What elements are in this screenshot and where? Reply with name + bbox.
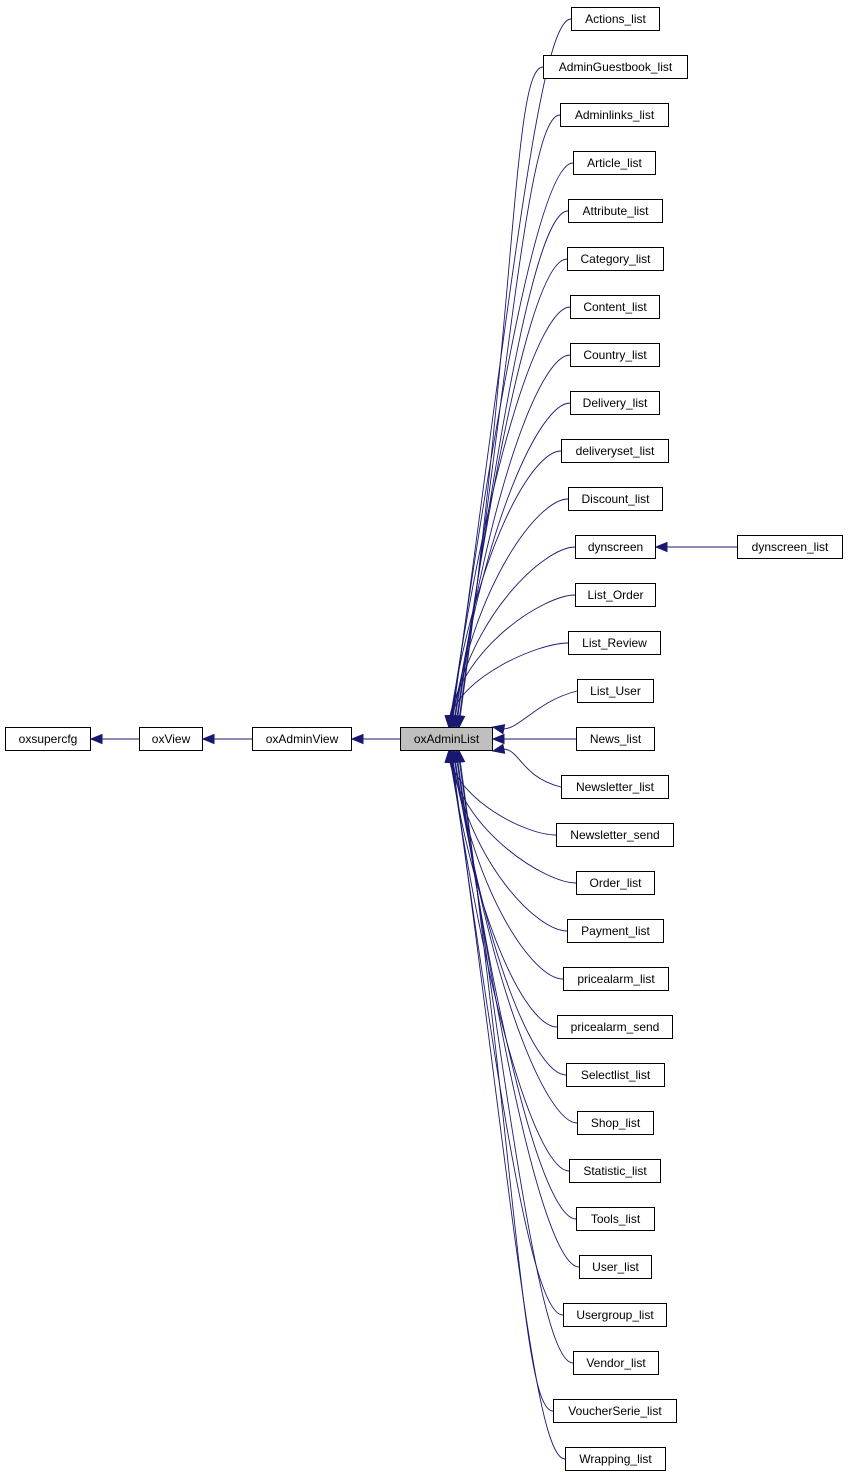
- inheritance-edge: [454, 354, 571, 718]
- class-node-content-list[interactable]: Content_list: [570, 295, 660, 319]
- class-node-wrapping-list[interactable]: Wrapping_list: [565, 1447, 666, 1471]
- class-node-shop-list[interactable]: Shop_list: [577, 1111, 654, 1135]
- class-node-dynscreen[interactable]: dynscreen: [575, 535, 656, 559]
- inheritance-edge: [454, 760, 567, 1076]
- class-node-list-user[interactable]: List_User: [577, 679, 654, 703]
- inheritance-edge: [452, 18, 572, 718]
- class-node-category-list[interactable]: Category_list: [567, 247, 664, 271]
- inheritance-edge: [458, 760, 574, 1364]
- class-node-pricealarm-send[interactable]: pricealarm_send: [557, 1015, 673, 1039]
- class-node-oxview[interactable]: oxView: [139, 727, 203, 751]
- class-node-dynscreen-list[interactable]: dynscreen_list: [737, 535, 843, 559]
- class-node-actions-list[interactable]: Actions_list: [571, 7, 660, 31]
- arrowhead-icon: [491, 724, 506, 735]
- class-node-statistic-list[interactable]: Statistic_list: [569, 1159, 661, 1183]
- inheritance-edge: [449, 450, 562, 718]
- class-node-tools-list[interactable]: Tools_list: [576, 1207, 655, 1231]
- class-node-oxadminlist[interactable]: oxAdminList: [400, 727, 493, 751]
- class-node-news-list[interactable]: News_list: [576, 727, 655, 751]
- class-node-attribute-list[interactable]: Attribute_list: [568, 199, 663, 223]
- class-node-deliveryset-list[interactable]: deliveryset_list: [561, 439, 669, 463]
- class-node-pricealarm-list[interactable]: pricealarm_list: [563, 967, 669, 991]
- class-node-oxsupercfg[interactable]: oxsupercfg: [5, 727, 91, 751]
- inheritance-edge: [502, 748, 562, 788]
- class-node-vendor-list[interactable]: Vendor_list: [573, 1351, 659, 1375]
- inheritance-edge: [451, 760, 564, 1316]
- arrowhead-icon: [491, 733, 505, 745]
- arrowhead-icon: [491, 743, 506, 754]
- class-node-voucherserie-list[interactable]: VoucherSerie_list: [553, 1399, 677, 1423]
- arrowhead-icon: [89, 733, 103, 745]
- inheritance-edge: [450, 306, 571, 718]
- inheritance-edge: [454, 402, 571, 718]
- class-node-oxadminview[interactable]: oxAdminView: [252, 727, 352, 751]
- inheritance-edge: [450, 760, 570, 1172]
- inheritance-edge: [457, 210, 569, 718]
- class-node-delivery-list[interactable]: Delivery_list: [570, 391, 660, 415]
- class-node-selectlist-list[interactable]: Selectlist_list: [566, 1063, 665, 1087]
- class-node-adminguestbook-list[interactable]: AdminGuestbook_list: [543, 55, 688, 79]
- class-node-article-list[interactable]: Article_list: [573, 151, 656, 175]
- arrowhead-icon: [654, 541, 668, 553]
- class-node-usergroup-list[interactable]: Usergroup_list: [563, 1303, 667, 1327]
- arrowhead-icon: [350, 733, 364, 745]
- arrowhead-icon: [201, 733, 215, 745]
- inheritance-edge: [454, 760, 578, 1124]
- class-node-newsletter-send[interactable]: Newsletter_send: [556, 823, 674, 847]
- class-node-country-list[interactable]: Country_list: [570, 343, 660, 367]
- inheritance-edge: [502, 690, 578, 730]
- inheritance-edge: [452, 498, 569, 718]
- class-node-list-review[interactable]: List_Review: [568, 631, 661, 655]
- class-node-payment-list[interactable]: Payment_list: [567, 919, 664, 943]
- class-node-newsletter-list[interactable]: Newsletter_list: [561, 775, 669, 799]
- inheritance-edge: [459, 760, 554, 1412]
- inheritance-edge: [452, 760, 564, 980]
- class-node-order-list[interactable]: Order_list: [576, 871, 655, 895]
- class-node-adminlinks-list[interactable]: Adminlinks_list: [560, 103, 669, 127]
- class-node-user-list[interactable]: User_list: [579, 1255, 652, 1279]
- class-node-list-order[interactable]: List_Order: [575, 583, 656, 607]
- class-node-discount-list[interactable]: Discount_list: [568, 487, 663, 511]
